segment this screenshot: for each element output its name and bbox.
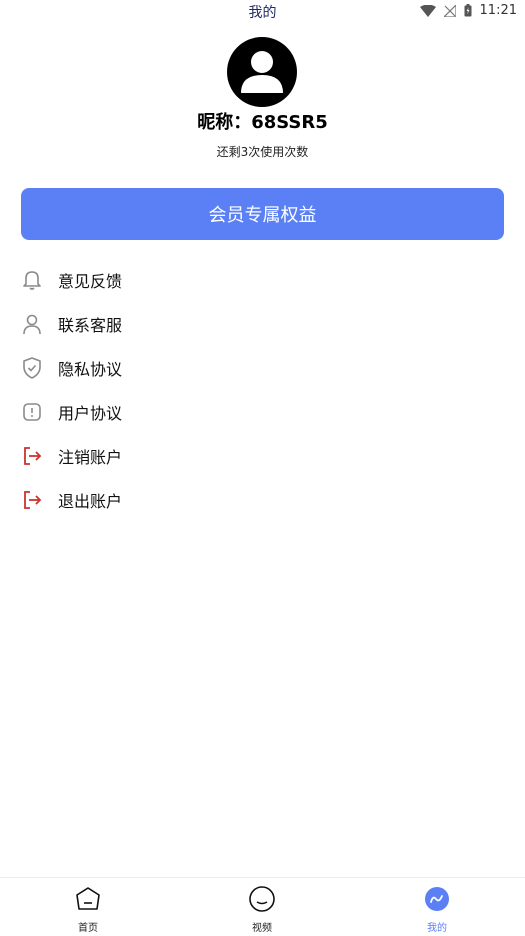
menu-item-customer-service[interactable]: 联系客服 (0, 302, 525, 346)
nickname: 昵称：68SSR5 (197, 112, 328, 133)
person-icon (21, 313, 43, 335)
home-face-icon (74, 886, 102, 916)
avatar[interactable] (227, 37, 297, 107)
menu-item-user-agreement[interactable]: 用户协议 (0, 390, 525, 434)
vip-benefits-button[interactable]: 会员专属权益 (21, 188, 504, 240)
menu-item-label: 意见反馈 (58, 272, 123, 291)
settings-menu: 意见反馈 联系客服 隐私协议 用户协议 注销账户 退出账户 (0, 258, 525, 522)
user-avatar-icon (241, 51, 283, 93)
video-face-icon (248, 886, 276, 916)
bottom-nav: 首页 视频 我的 (0, 877, 525, 936)
tab-label: 我的 (427, 923, 447, 934)
menu-item-feedback[interactable]: 意见反馈 (0, 258, 525, 302)
tab-home[interactable]: 首页 (58, 886, 118, 934)
battery-icon (464, 4, 472, 17)
logout-icon (21, 445, 43, 467)
menu-item-label: 联系客服 (58, 316, 123, 335)
tab-label: 首页 (78, 923, 98, 934)
logout-icon (21, 489, 43, 511)
no-signal-icon (443, 4, 456, 17)
remaining-uses: 还剩3次使用次数 (216, 145, 309, 159)
menu-item-privacy-policy[interactable]: 隐私协议 (0, 346, 525, 390)
menu-item-label: 用户协议 (58, 404, 123, 423)
mine-wave-icon (423, 886, 451, 916)
tab-video[interactable]: 视频 (232, 886, 292, 934)
menu-item-label: 隐私协议 (58, 360, 123, 379)
clock-time: 11:21 (479, 3, 517, 18)
tab-label: 视频 (252, 923, 272, 934)
shield-check-icon (21, 357, 43, 379)
tab-mine[interactable]: 我的 (407, 886, 467, 934)
menu-item-logout[interactable]: 退出账户 (0, 478, 525, 522)
wifi-icon (419, 4, 436, 17)
status-icons: 11:21 (419, 3, 517, 18)
status-bar: 我的 11:21 (0, 0, 525, 22)
alert-box-icon (21, 401, 43, 423)
bell-icon (21, 269, 43, 291)
menu-item-label: 注销账户 (58, 448, 123, 467)
menu-item-cancel-account[interactable]: 注销账户 (0, 434, 525, 478)
menu-item-label: 退出账户 (58, 492, 123, 511)
